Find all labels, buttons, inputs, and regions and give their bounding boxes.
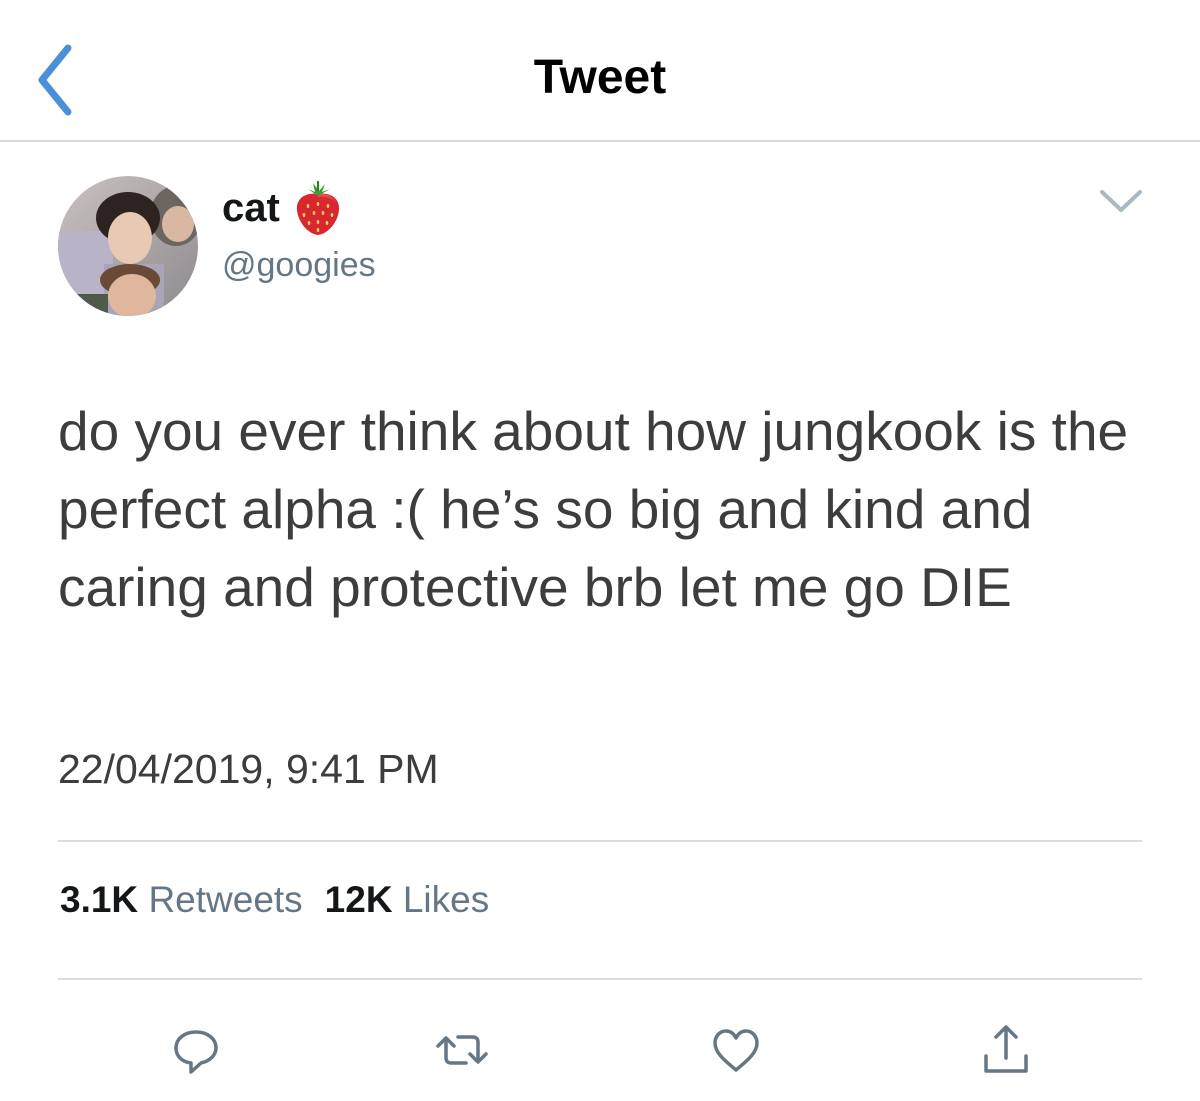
- divider: [58, 840, 1142, 842]
- retweets-label: Retweets: [148, 879, 303, 920]
- likes-label: Likes: [402, 879, 490, 920]
- retweets-count: 3.1K: [60, 879, 139, 920]
- display-name[interactable]: cat: [222, 183, 280, 233]
- author-handle[interactable]: @googies: [222, 243, 376, 287]
- retweet-icon: [436, 1035, 488, 1065]
- share-icon: [984, 1025, 1028, 1073]
- more-options-button[interactable]: [1096, 184, 1146, 218]
- likes-count: 12K: [324, 879, 393, 920]
- retweets-stat[interactable]: 3.1K Retweets: [60, 879, 303, 920]
- avatar[interactable]: [58, 176, 198, 316]
- tweet-timestamp: 22/04/2019, 9:41 PM: [58, 746, 439, 792]
- tweet-stats: 3.1K Retweets 12K Likes: [60, 877, 489, 923]
- strawberry-icon: [296, 180, 339, 235]
- heart-icon: [713, 1029, 759, 1072]
- share-button[interactable]: [976, 1020, 1036, 1080]
- likes-stat[interactable]: 12K Likes: [325, 879, 490, 920]
- divider: [58, 978, 1142, 980]
- reply-icon: [174, 1030, 218, 1074]
- chevron-down-icon: [1100, 190, 1142, 212]
- reply-button[interactable]: [166, 1020, 226, 1080]
- retweet-button[interactable]: [432, 1020, 492, 1080]
- like-button[interactable]: [706, 1020, 766, 1080]
- page-title: Tweet: [533, 51, 667, 104]
- author-name-row[interactable]: cat: [222, 180, 342, 236]
- tweet-text: do you ever think about how jungkook is …: [58, 400, 1129, 618]
- navigation-bar: Tweet: [0, 0, 1200, 142]
- tweet-actions: [0, 1010, 1200, 1090]
